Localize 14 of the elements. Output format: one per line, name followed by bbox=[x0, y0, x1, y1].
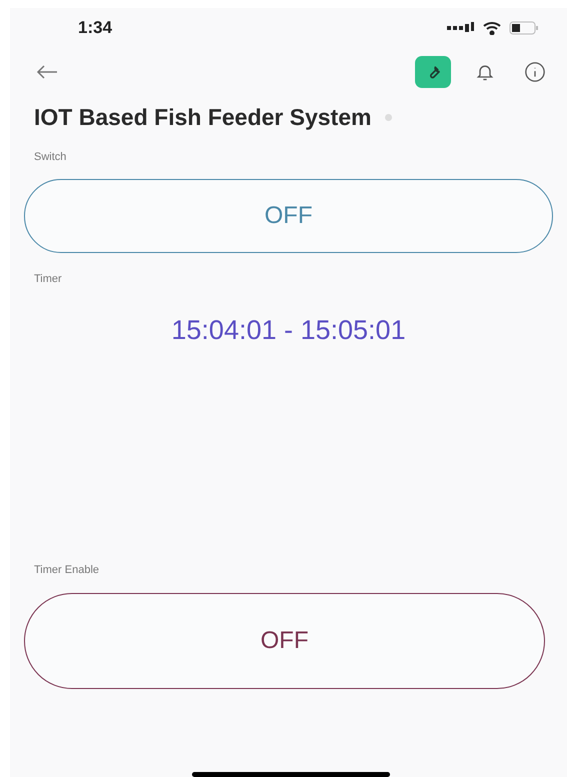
back-arrow-icon[interactable] bbox=[36, 65, 58, 79]
info-icon bbox=[524, 61, 546, 83]
status-time: 1:34 bbox=[78, 17, 112, 40]
timer-value: 15:04:01 - 15:05:01 bbox=[171, 314, 406, 346]
widget-label: Timer bbox=[33, 272, 63, 287]
widget-label: Switch bbox=[33, 150, 68, 164]
widget-label: Timer Enable bbox=[33, 563, 100, 578]
wifi-icon bbox=[483, 21, 501, 35]
toolbar-button[interactable] bbox=[415, 56, 451, 88]
toggle-button[interactable]: OFF bbox=[24, 179, 553, 253]
signal-icon bbox=[447, 22, 475, 34]
toggle-button[interactable]: OFF bbox=[24, 592, 545, 688]
battery-icon bbox=[509, 21, 539, 35]
dashboard-title: IOT Based Fish Feeder System bbox=[34, 103, 372, 132]
